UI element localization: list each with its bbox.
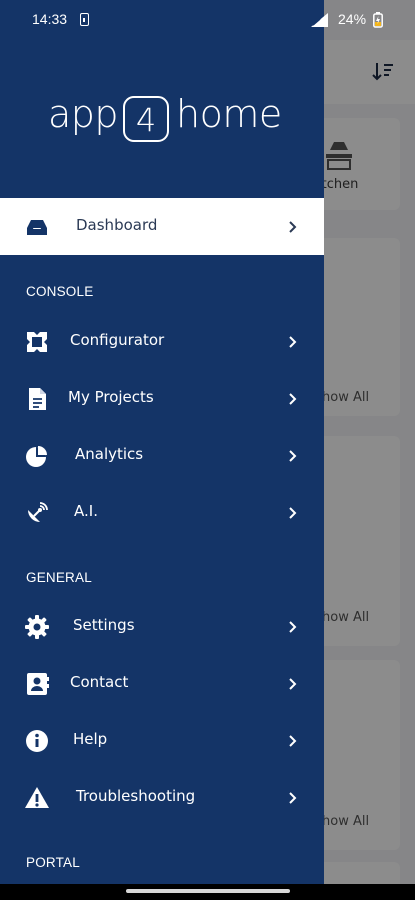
chevron-right-icon bbox=[289, 336, 297, 348]
logo-digit: 4 bbox=[136, 101, 156, 139]
sim-card-icon bbox=[80, 13, 89, 26]
chevron-right-icon bbox=[289, 621, 297, 633]
chevron-right-icon bbox=[289, 678, 297, 690]
drawer-item-analytics[interactable]: Analytics bbox=[0, 427, 324, 484]
drawer-item-configurator[interactable]: Configurator bbox=[0, 313, 324, 370]
logo-text-app: app bbox=[48, 92, 119, 136]
drawer-item-settings[interactable]: Settings bbox=[0, 598, 324, 655]
logo-box: 4 bbox=[123, 96, 169, 142]
drawer-item-label: Analytics bbox=[75, 445, 144, 463]
drawer-item-troubleshooting[interactable]: Troubleshooting bbox=[0, 769, 324, 826]
drawer-item-label: Contact bbox=[70, 673, 129, 691]
drawer-item-ai[interactable]: A.I. bbox=[0, 484, 324, 541]
chevron-right-icon bbox=[289, 450, 297, 462]
chevron-right-icon bbox=[289, 507, 297, 519]
logo-text-home: home bbox=[176, 92, 282, 136]
chevron-right-icon bbox=[289, 393, 297, 405]
drawer-item-label: Configurator bbox=[70, 331, 165, 349]
drawer-item-label: Help bbox=[73, 730, 108, 748]
drawer-item-label: My Projects bbox=[68, 388, 154, 406]
drawer-item-my-projects[interactable]: My Projects bbox=[0, 370, 324, 427]
signal-icon bbox=[311, 13, 328, 27]
chevron-right-icon bbox=[289, 792, 297, 804]
section-header-general: GENERAL bbox=[26, 570, 92, 585]
status-time: 14:33 bbox=[32, 11, 68, 27]
drawer-item-dashboard[interactable]: Dashboard bbox=[0, 198, 324, 255]
drawer-item-contact[interactable]: Contact bbox=[0, 655, 324, 712]
battery-percent: 24% bbox=[338, 11, 367, 27]
drawer-item-label: Troubleshooting bbox=[76, 787, 196, 805]
chevron-right-icon bbox=[289, 221, 297, 233]
contact-card-icon bbox=[27, 673, 49, 695]
home-gesture-handle[interactable] bbox=[126, 889, 290, 893]
section-header-console: CONSOLE bbox=[26, 284, 94, 299]
navigation-drawer: app 4 home Dashboard CONSOLE Configurato… bbox=[0, 0, 324, 884]
section-header-portal: PORTAL bbox=[26, 855, 80, 870]
drawer-item-label: A.I. bbox=[74, 502, 98, 520]
drawer-item-help[interactable]: Help bbox=[0, 712, 324, 769]
battery-charging-icon bbox=[373, 12, 383, 28]
warning-icon bbox=[25, 787, 49, 808]
document-icon bbox=[29, 388, 46, 410]
pie-chart-icon bbox=[26, 446, 47, 467]
drawer-item-label: Settings bbox=[73, 616, 135, 634]
inbox-tray-icon bbox=[27, 220, 47, 235]
chevron-right-icon bbox=[289, 735, 297, 747]
configurator-icon bbox=[27, 332, 47, 352]
satellite-dish-icon bbox=[28, 502, 48, 522]
drawer-item-label: Dashboard bbox=[76, 216, 158, 234]
info-icon bbox=[26, 730, 48, 752]
gear-icon bbox=[25, 615, 49, 639]
app-logo: app 4 home bbox=[48, 92, 282, 148]
